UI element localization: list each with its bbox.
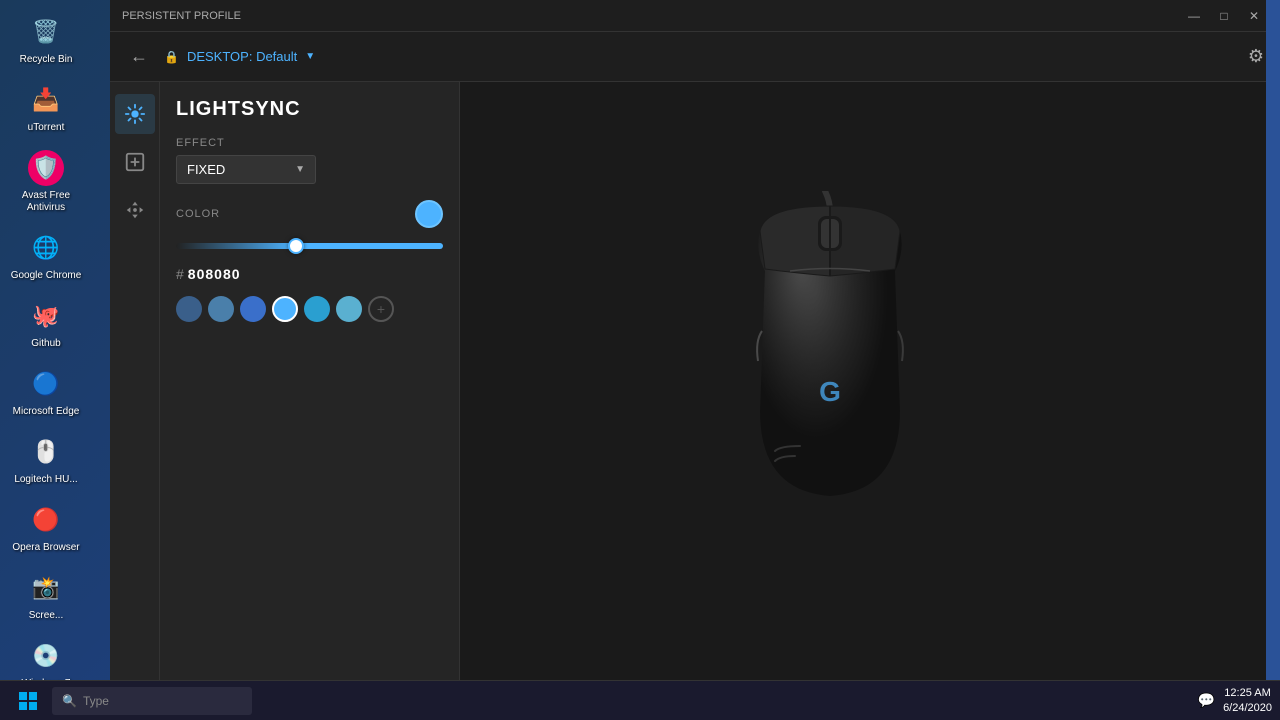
notification-icon[interactable]: 💬 bbox=[1198, 692, 1215, 709]
swatch-1[interactable] bbox=[176, 296, 202, 322]
app-main: LIGHTSYNC EFFECT FIXED ▼ COLOR # 808080 bbox=[110, 82, 1280, 680]
desktop-icon-windows-dvd[interactable]: 💿 Windows 7 USB DVD... bbox=[6, 632, 86, 680]
color-picker-button[interactable] bbox=[415, 200, 443, 228]
taskbar-right: 💬 12:25 AM 6/24/2020 bbox=[1198, 686, 1272, 715]
swatch-4-active[interactable] bbox=[272, 296, 298, 322]
back-button[interactable]: ← bbox=[126, 42, 152, 71]
hex-value[interactable]: 808080 bbox=[188, 266, 241, 282]
slider-track bbox=[176, 243, 443, 249]
title-bar: PERSISTENT PROFILE — □ ✕ bbox=[110, 0, 1280, 32]
svg-text:G: G bbox=[819, 376, 841, 407]
maximize-button[interactable]: □ bbox=[1210, 6, 1238, 26]
lock-icon: 🔒 bbox=[164, 50, 179, 64]
color-row: COLOR bbox=[176, 200, 443, 228]
lightsync-icon bbox=[124, 103, 146, 125]
desktop-icon-logitech[interactable]: 🖱️ Logitech HU... bbox=[6, 428, 86, 492]
desktop-icon-screenshot[interactable]: 📸 Scree... bbox=[6, 564, 86, 628]
effect-value: FIXED bbox=[187, 162, 225, 177]
desktop-icon-recycle-bin[interactable]: 🗑️ Recycle Bin bbox=[6, 8, 86, 72]
app-header: ← 🔒 DESKTOP: Default ▼ ⚙ bbox=[110, 32, 1280, 82]
desktop-icon-avast[interactable]: 🛡️ Avast Free Antivirus bbox=[6, 144, 86, 220]
swatch-2[interactable] bbox=[208, 296, 234, 322]
desktop-icon-opera[interactable]: 🔴 Opera Browser bbox=[6, 496, 86, 560]
color-swatches: + bbox=[176, 296, 443, 322]
settings-panel: LIGHTSYNC EFFECT FIXED ▼ COLOR # 808080 bbox=[160, 82, 460, 680]
color-label: COLOR bbox=[176, 208, 220, 220]
utorrent-icon: 📥 bbox=[28, 82, 64, 118]
taskbar: 🔍 Type 💬 12:25 AM 6/24/2020 bbox=[0, 680, 1280, 720]
profile-name: DESKTOP: Default bbox=[187, 49, 297, 64]
slider-thumb[interactable] bbox=[288, 238, 304, 254]
chrome-icon: 🌐 bbox=[28, 230, 64, 266]
desktop-icon-chrome[interactable]: 🌐 Google Chrome bbox=[6, 224, 86, 288]
hex-hash: # bbox=[176, 266, 184, 282]
mouse-preview: G bbox=[730, 191, 1010, 571]
move-icon bbox=[124, 199, 146, 221]
recycle-bin-icon: 🗑️ bbox=[28, 14, 64, 50]
taskbar-clock: 12:25 AM 6/24/2020 bbox=[1223, 686, 1272, 715]
sidebar-add-button[interactable] bbox=[115, 142, 155, 182]
effect-label: EFFECT bbox=[176, 137, 443, 149]
mouse-svg: G bbox=[730, 191, 930, 511]
swatch-5[interactable] bbox=[304, 296, 330, 322]
search-text: Type bbox=[83, 694, 109, 708]
windows-logo-icon bbox=[19, 692, 37, 710]
swatch-6[interactable] bbox=[336, 296, 362, 322]
screenshot-icon: 📸 bbox=[28, 570, 64, 606]
sidebar-move-button[interactable] bbox=[115, 190, 155, 230]
mouse-display-area: G bbox=[460, 82, 1280, 680]
github-icon: 🐙 bbox=[28, 298, 64, 334]
taskbar-search[interactable]: 🔍 Type bbox=[52, 687, 252, 715]
sidebar-lightsync-button[interactable] bbox=[115, 94, 155, 134]
start-button[interactable] bbox=[8, 686, 48, 716]
edge-icon: 🔵 bbox=[28, 366, 64, 402]
sidebar bbox=[110, 82, 160, 680]
logitech-icon: 🖱️ bbox=[28, 434, 64, 470]
desktop-icon-edge[interactable]: 🔵 Microsoft Edge bbox=[6, 360, 86, 424]
hex-input-row: # 808080 bbox=[176, 266, 443, 282]
scroll-indicator[interactable] bbox=[1266, 82, 1280, 680]
app-window: PERSISTENT PROFILE — □ ✕ ← 🔒 DESKTOP: De… bbox=[110, 0, 1280, 680]
color-slider[interactable] bbox=[176, 236, 443, 256]
panel-title: LIGHTSYNC bbox=[176, 98, 443, 121]
settings-button[interactable]: ⚙ bbox=[1248, 46, 1264, 67]
desktop-icon-github[interactable]: 🐙 Github bbox=[6, 292, 86, 356]
taskbar-time-display: 12:25 AM bbox=[1223, 686, 1272, 700]
dvd-icon: 💿 bbox=[28, 638, 64, 674]
window-title: PERSISTENT PROFILE bbox=[122, 10, 1180, 22]
desktop-icon-utorrent[interactable]: 📥 uTorrent bbox=[6, 76, 86, 140]
add-swatch-button[interactable]: + bbox=[368, 296, 394, 322]
swatch-3[interactable] bbox=[240, 296, 266, 322]
opera-icon: 🔴 bbox=[28, 502, 64, 538]
window-controls: — □ ✕ bbox=[1180, 6, 1268, 26]
profile-selector[interactable]: 🔒 DESKTOP: Default ▼ bbox=[164, 49, 315, 64]
search-icon: 🔍 bbox=[62, 694, 77, 708]
profile-dropdown-arrow: ▼ bbox=[305, 51, 315, 62]
taskbar-date-display: 6/24/2020 bbox=[1223, 701, 1272, 715]
close-button[interactable]: ✕ bbox=[1240, 6, 1268, 26]
avast-icon: 🛡️ bbox=[28, 150, 64, 186]
desktop-icons-area: 🗑️ Recycle Bin 📥 uTorrent 🛡️ Avast Free … bbox=[0, 0, 110, 680]
add-icon bbox=[124, 151, 146, 173]
effect-dropdown[interactable]: FIXED ▼ bbox=[176, 155, 316, 184]
effect-dropdown-arrow: ▼ bbox=[295, 164, 305, 175]
minimize-button[interactable]: — bbox=[1180, 6, 1208, 26]
